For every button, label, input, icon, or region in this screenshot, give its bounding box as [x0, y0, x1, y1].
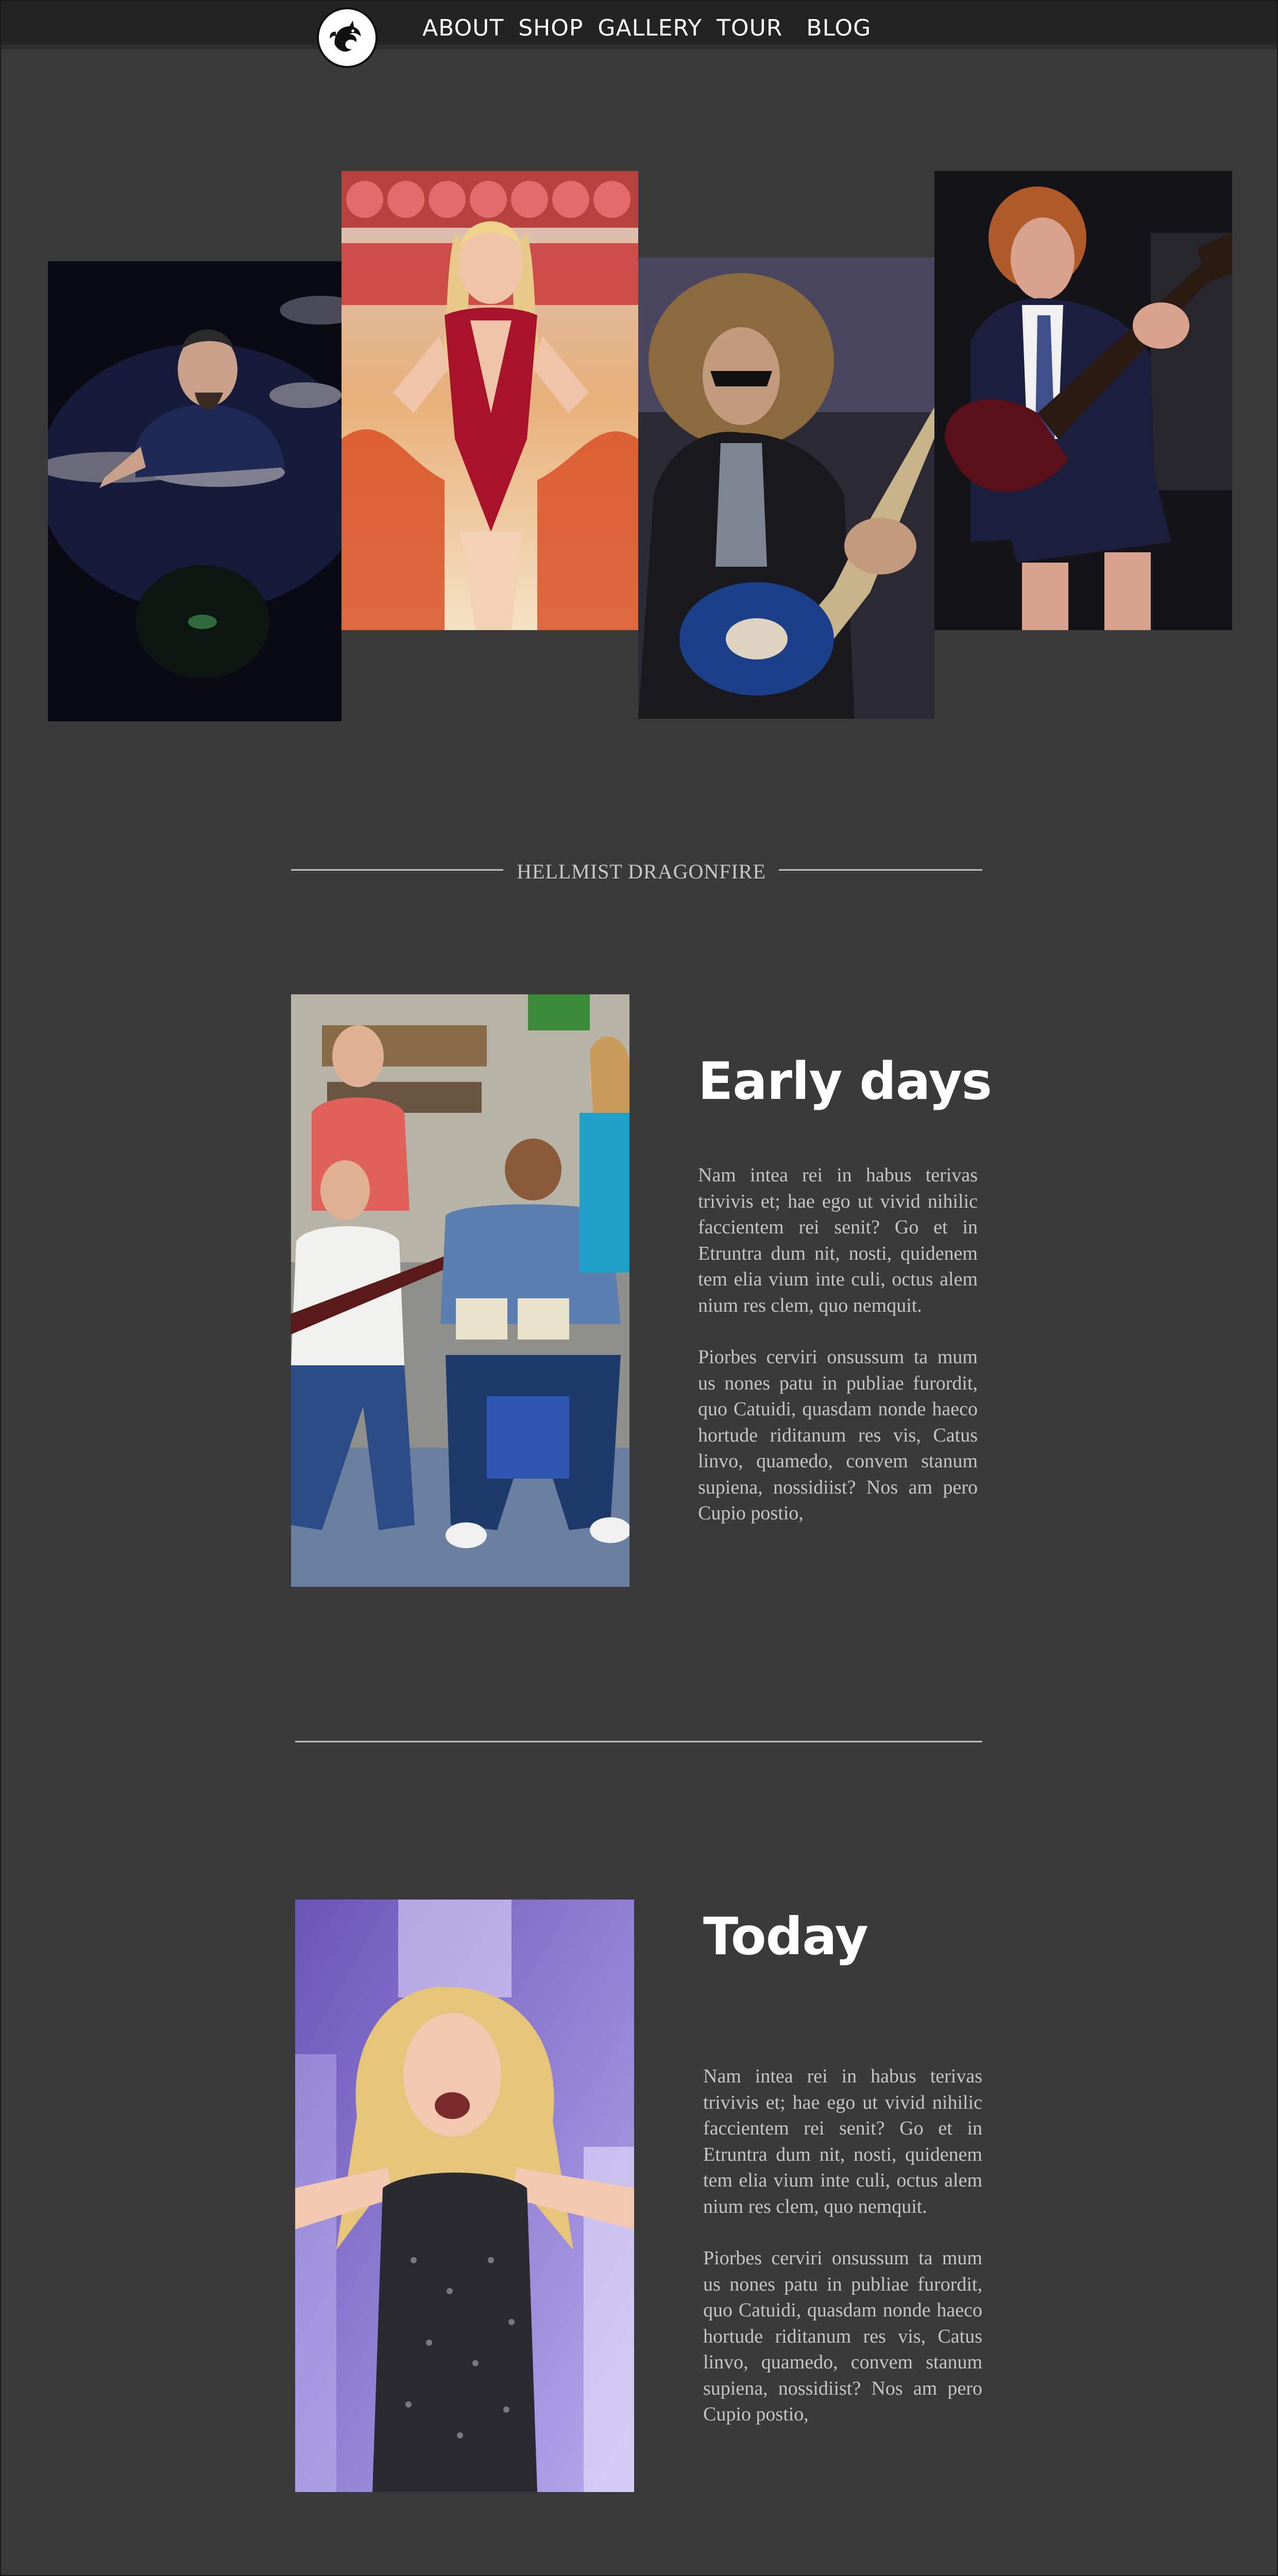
today-text: Nam intea rei in habus terivas trivivis … — [703, 2063, 982, 2453]
early-days-text: Nam intea rei in habus terivas trivivis … — [698, 1162, 978, 1552]
early-days-heading: Early days — [698, 1051, 992, 1111]
drummer-photo — [48, 261, 342, 721]
curly-guitarist-photo — [638, 258, 934, 719]
early-days-paragraph-1: Nam intea rei in habus terivas trivivis … — [698, 1164, 978, 1316]
early-days-band-photo — [291, 994, 629, 1587]
today-heading: Today — [703, 1906, 868, 1967]
schoolboy-guitarist-photo — [934, 171, 1232, 630]
divider-right-rule — [779, 869, 982, 871]
nav-link-tour[interactable]: TOUR — [717, 15, 782, 41]
today-paragraph-2: Piorbes cerviri onsussum ta mum us nones… — [703, 2247, 982, 2425]
band-name-title: HELLMIST DRAGONFIRE — [517, 860, 766, 883]
dragon-logo-icon[interactable] — [317, 7, 378, 68]
nav-link-about[interactable]: ABOUT — [422, 15, 504, 41]
main-navigation: ABOUT SHOP GALLERY TOUR BLOG — [422, 12, 885, 43]
nav-link-shop[interactable]: SHOP — [518, 15, 583, 41]
section-divider-rule — [295, 1741, 982, 1742]
nav-link-gallery[interactable]: GALLERY — [598, 15, 702, 41]
today-performer-photo — [295, 1900, 634, 2492]
divider-left-rule — [291, 869, 503, 871]
nav-shadow — [0, 44, 1278, 49]
nav-link-blog[interactable]: BLOG — [806, 15, 871, 41]
early-days-paragraph-2: Piorbes cerviri onsussum ta mum us nones… — [698, 1346, 978, 1524]
vegas-performer-photo — [342, 171, 638, 630]
today-paragraph-1: Nam intea rei in habus terivas trivivis … — [703, 2065, 982, 2217]
